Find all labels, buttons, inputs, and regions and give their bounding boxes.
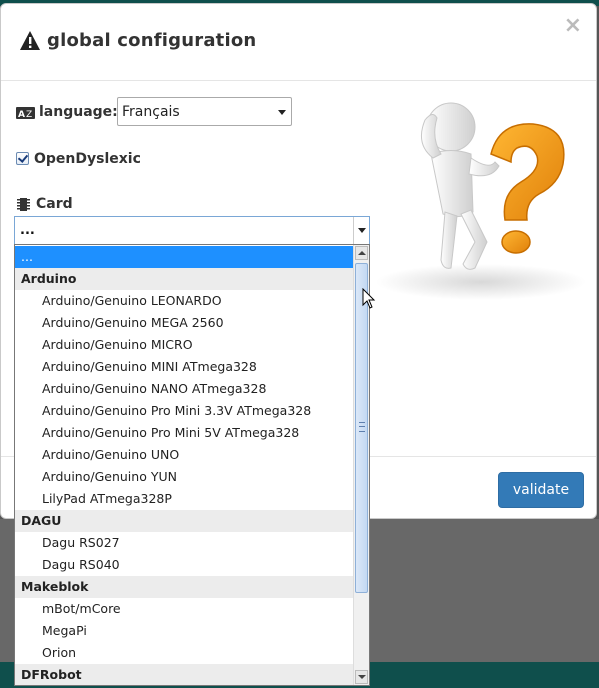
dropdown-option[interactable]: Orion bbox=[15, 642, 353, 664]
svg-text:A: A bbox=[18, 110, 25, 119]
opendyslexic-label: OpenDyslexic bbox=[34, 151, 141, 167]
language-label: language: bbox=[39, 104, 118, 120]
thinking-person-question-mark-illustration bbox=[376, 102, 586, 300]
mouse-cursor-icon bbox=[362, 288, 376, 309]
dropdown-group-header: DFRobot bbox=[15, 664, 353, 685]
dropdown-scrollbar[interactable] bbox=[353, 245, 369, 685]
svg-text:Z: Z bbox=[26, 110, 32, 119]
dropdown-group-header: DAGU bbox=[15, 510, 353, 532]
card-select[interactable]: ... bbox=[14, 216, 370, 245]
language-select-value: Français bbox=[122, 104, 180, 120]
scrollbar-grip-icon bbox=[359, 422, 365, 432]
chevron-down-icon bbox=[278, 110, 286, 115]
scroll-down-arrow-icon[interactable] bbox=[355, 670, 368, 684]
language-icon: A Z bbox=[16, 107, 35, 119]
chip-icon bbox=[17, 198, 30, 211]
dropdown-option[interactable]: Arduino/Genuino YUN bbox=[15, 466, 353, 488]
opendyslexic-checkbox[interactable] bbox=[16, 152, 29, 165]
dropdown-option[interactable]: Arduino/Genuino UNO bbox=[15, 444, 353, 466]
dropdown-option[interactable]: Arduino/Genuino Pro Mini 3.3V ATmega328 bbox=[15, 400, 353, 422]
dropdown-option[interactable]: Arduino/Genuino LEONARDO bbox=[15, 290, 353, 312]
dialog-header: global configuration × bbox=[1, 4, 596, 81]
dropdown-group-header: Makeblok bbox=[15, 576, 353, 598]
dropdown-option[interactable]: Arduino/Genuino MEGA 2560 bbox=[15, 312, 353, 334]
card-dropdown-list[interactable]: ... Arduino Arduino/Genuino LEONARDO Arduin… bbox=[14, 244, 370, 686]
dropdown-option-selected[interactable]: ... bbox=[15, 246, 353, 268]
dropdown-option[interactable]: Dagu RS027 bbox=[15, 532, 353, 554]
scrollbar-thumb[interactable] bbox=[355, 263, 368, 593]
warning-icon bbox=[20, 31, 40, 50]
dropdown-option[interactable]: Arduino/Genuino Pro Mini 5V ATmega328 bbox=[15, 422, 353, 444]
validate-button[interactable]: validate bbox=[498, 472, 584, 508]
dropdown-option[interactable]: Arduino/Genuino MICRO bbox=[15, 334, 353, 356]
card-label: Card bbox=[36, 196, 73, 212]
card-select-value: ... bbox=[20, 223, 35, 238]
dropdown-option[interactable]: mBot/mCore bbox=[15, 598, 353, 620]
dropdown-option[interactable]: Arduino/Genuino MINI ATmega328 bbox=[15, 356, 353, 378]
dropdown-option[interactable]: Arduino/Genuino NANO ATmega328 bbox=[15, 378, 353, 400]
dropdown-option[interactable]: MegaPi bbox=[15, 620, 353, 642]
chevron-down-icon[interactable] bbox=[353, 217, 369, 244]
scroll-up-arrow-icon[interactable] bbox=[355, 246, 368, 260]
close-button[interactable]: × bbox=[564, 14, 582, 38]
dialog-title: global configuration bbox=[47, 30, 257, 51]
dropdown-group-header: Arduino bbox=[15, 268, 353, 290]
dropdown-option[interactable]: Dagu RS040 bbox=[15, 554, 353, 576]
dropdown-option[interactable]: LilyPad ATmega328P bbox=[15, 488, 353, 510]
language-select[interactable]: Français bbox=[117, 97, 292, 126]
